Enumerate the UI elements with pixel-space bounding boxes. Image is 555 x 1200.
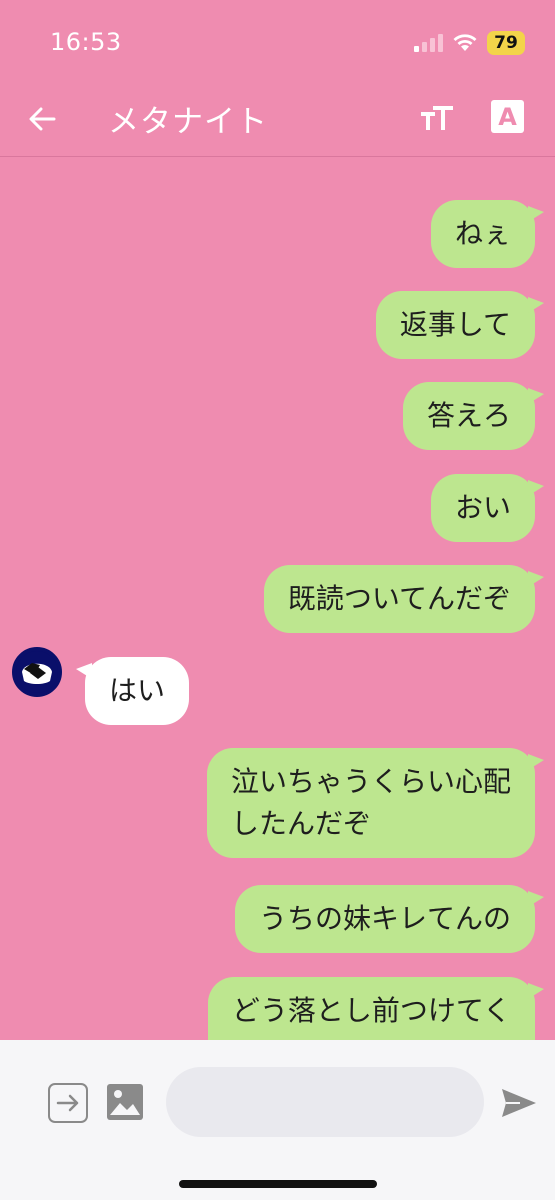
message-bubble-received[interactable]: はい [75,657,190,725]
mask-icon [16,651,58,693]
message-bubble-sent[interactable]: うちの妹キレてんの [234,885,545,953]
input-bar [0,1040,555,1200]
message-bubble-sent[interactable]: ねぇ [430,200,545,268]
home-indicator[interactable] [179,1180,377,1188]
chat-title: メタナイト [108,104,268,140]
status-bar: 16:53 79 [0,0,555,90]
message-input[interactable] [166,1067,484,1137]
message-bubble-sent[interactable]: おい [430,474,545,542]
message-bubble-sent[interactable]: 返事して [375,291,545,359]
status-time: 16:53 [50,28,122,56]
arrow-right-box-icon [56,1094,79,1112]
message-bubble-sent[interactable]: 泣いちゃうくらい心配 したんだぞ [206,748,545,858]
wifi-icon [453,34,477,51]
image-icon[interactable] [107,1084,143,1120]
signal-icon [414,34,443,52]
chat-header: メタナイト A [0,86,555,157]
message-bubble-sent[interactable]: 答えろ [402,382,545,450]
avatar[interactable] [12,647,62,697]
back-arrow-icon[interactable] [26,103,58,135]
message-bubble-sent[interactable]: どう落とし前つけてく [207,977,545,1040]
send-icon[interactable] [500,1086,538,1120]
message-list[interactable]: ねぇ 返事して 答えろ おい 既読ついてんだぞ はい 泣いちゃうくらい心配 した… [0,157,555,1040]
message-bubble-sent[interactable]: 既読ついてんだぞ [263,565,545,633]
share-button[interactable] [48,1083,88,1123]
battery-indicator: 79 [487,31,525,55]
text-size-icon[interactable] [419,100,455,136]
font-a-icon[interactable]: A [491,100,524,133]
